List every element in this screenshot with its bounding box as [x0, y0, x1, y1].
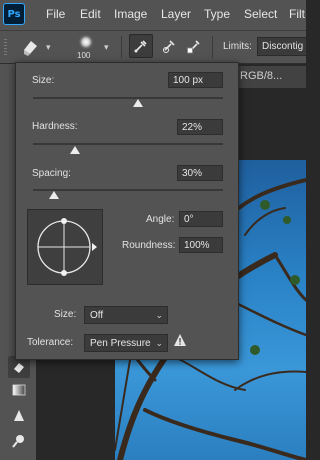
size-input[interactable]: 100 px [168, 72, 223, 88]
photoshop-window: Ps File Edit Image Layer Type Select Fil… [0, 0, 306, 460]
brush-preset-picker-popup: Size: 100 px Hardness: 22% Spacing: 30% … [15, 62, 239, 360]
brush-picker-chevron-down-icon[interactable]: ▾ [104, 42, 109, 53]
blur-tool-button[interactable] [8, 405, 30, 427]
tool-preset-chevron-down-icon[interactable]: ▾ [46, 42, 51, 53]
hardness-input[interactable]: 22% [177, 119, 223, 135]
photoshop-logo[interactable]: Ps [3, 3, 25, 25]
size-slider-thumb[interactable] [132, 99, 143, 107]
dodge-tool-button[interactable] [8, 430, 30, 452]
brush-preview-icon[interactable] [72, 34, 100, 50]
sample-continuous-button[interactable] [129, 34, 153, 58]
brush-angle-preview[interactable] [27, 209, 103, 285]
blur-tool-icon [14, 410, 24, 421]
angle-roundness-dial-icon [37, 218, 97, 276]
hardness-slider-thumb[interactable] [69, 146, 80, 154]
menu-image[interactable]: Image [114, 7, 147, 21]
spacing-input[interactable]: 30% [177, 165, 223, 181]
eraser-icon [14, 363, 24, 373]
options-separator [121, 36, 122, 58]
sample-swatch-icon [187, 40, 200, 54]
gradient-tool-button[interactable] [8, 379, 30, 401]
roundness-input[interactable]: 100% [179, 237, 223, 253]
eraser-tool-icon[interactable] [20, 36, 42, 58]
sample-once-button[interactable] [157, 34, 181, 58]
size-control-select[interactable]: Off ⌄ [84, 306, 168, 324]
spacing-slider-thumb[interactable] [48, 191, 59, 199]
options-bar-grip[interactable] [4, 39, 7, 57]
tolerance-select[interactable]: Pen Pressure ⌄ [84, 334, 168, 352]
options-separator [212, 36, 213, 58]
menu-type[interactable]: Type [204, 7, 230, 21]
menu-layer[interactable]: Layer [161, 7, 191, 21]
tolerance-value: Pen Pressure [90, 338, 151, 349]
size-control-label: Size: [54, 309, 77, 320]
limits-label: Limits: [223, 41, 252, 52]
hardness-slider-track[interactable] [33, 143, 223, 145]
chevron-down-icon: ⌄ [155, 310, 163, 320]
size-slider-track[interactable] [33, 97, 223, 99]
sample-once-icon [163, 40, 175, 53]
limits-select[interactable]: Discontig [257, 37, 306, 56]
size-label: Size: [32, 75, 55, 86]
angle-input[interactable]: 0° [179, 211, 223, 227]
menu-bar: Ps File Edit Image Layer Type Select Fil… [0, 0, 306, 30]
menu-edit[interactable]: Edit [80, 7, 101, 21]
roundness-label: Roundness: [122, 240, 176, 251]
dodge-tool-icon [12, 435, 24, 448]
menu-filter[interactable]: Filt [289, 7, 305, 21]
sample-background-swatch-button[interactable] [182, 34, 206, 58]
tolerance-label: Tolerance: [27, 337, 74, 348]
brush-size-readout: 100 [77, 51, 91, 60]
warning-icon[interactable] [173, 333, 187, 347]
spacing-slider-track[interactable] [33, 189, 223, 191]
document-tab-title: RGB/8... [240, 70, 283, 82]
hardness-label: Hardness: [32, 121, 78, 132]
angle-label: Angle: [146, 214, 175, 225]
menu-select[interactable]: Select [244, 7, 277, 21]
chevron-down-icon: ⌄ [155, 338, 163, 348]
size-control-value: Off [90, 310, 104, 321]
sample-continuous-icon [134, 40, 147, 53]
spacing-label: Spacing: [32, 168, 71, 179]
menu-file[interactable]: File [46, 7, 65, 21]
gradient-tool-icon [12, 384, 26, 396]
